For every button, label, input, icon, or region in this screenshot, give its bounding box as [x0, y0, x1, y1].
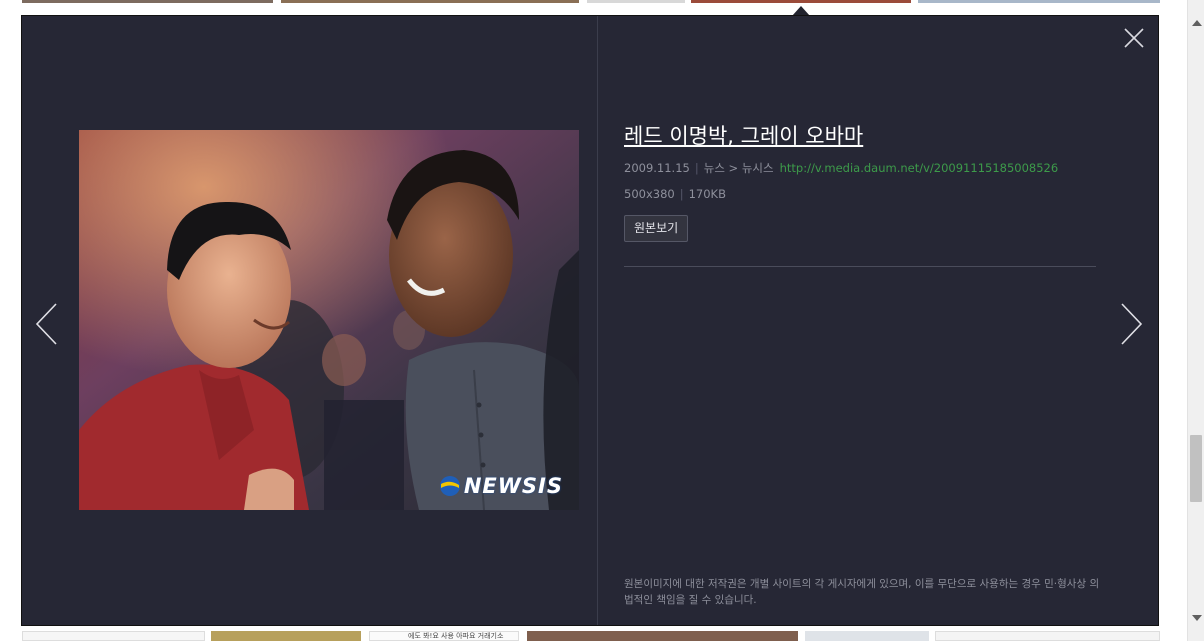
copyright-notice: 원본이미지에 대한 저작권은 개별 사이트의 각 게시자에게 있으며, 이를 무…	[624, 578, 1100, 606]
photo-illustration	[79, 130, 579, 510]
close-button[interactable]	[1122, 26, 1146, 50]
image-viewer-panel: NEWSIS 레드 이명박, 그레이 오바마 2009.11.15 | 뉴스 > 뉴…	[21, 15, 1159, 626]
thumbnail-bottom-6[interactable]	[935, 631, 1160, 641]
thumbnail-top-2[interactable]	[281, 0, 579, 3]
main-photo[interactable]: NEWSIS	[79, 130, 579, 510]
scroll-thumb[interactable]	[1190, 435, 1202, 502]
watermark-text: NEWSIS	[463, 474, 563, 498]
source-url-link[interactable]: http://v.media.daum.net/v/20091115185008…	[780, 161, 1059, 175]
thumbnail-bottom-3[interactable]: 에도 봐!요 사용 아파요 거래기소	[369, 631, 519, 641]
thumbnail-top-1[interactable]	[22, 0, 273, 3]
view-original-button[interactable]: 원본보기	[624, 215, 689, 242]
separator: |	[694, 161, 699, 175]
page-scrollbar[interactable]	[1187, 0, 1204, 641]
post-date: 2009.11.15	[624, 161, 690, 175]
separator: |	[679, 187, 684, 201]
thumbnail-bottom-4[interactable]	[527, 631, 798, 641]
close-icon	[1124, 28, 1144, 48]
thumbnail-bottom-1[interactable]	[22, 631, 205, 641]
image-title-link[interactable]: 레드 이명박, 그레이 오바마	[624, 120, 863, 150]
thumbnail-bottom-2[interactable]	[211, 631, 361, 641]
newsis-logo-icon	[439, 476, 460, 496]
scroll-down-arrow-icon[interactable]	[1192, 615, 1202, 621]
image-search-page: NEWSIS 레드 이명박, 그레이 오바마 2009.11.15 | 뉴스 > 뉴…	[0, 0, 1204, 641]
thumbnail-top-3[interactable]	[587, 0, 685, 3]
image-meta-line: 2009.11.15 | 뉴스 > 뉴시스 http://v.media.daum.n…	[624, 160, 1058, 176]
panel-divider	[597, 16, 598, 625]
file-size: 170KB	[688, 187, 726, 201]
scroll-up-arrow-icon[interactable]	[1192, 20, 1202, 26]
category: 뉴스 > 뉴시스	[703, 161, 774, 175]
thumbnail-top-selected[interactable]	[691, 0, 911, 3]
thumbnail-bottom-5[interactable]	[805, 631, 929, 641]
thumbnail-top-5[interactable]	[918, 0, 1160, 3]
image-size-line: 500x380 | 170KB	[624, 187, 726, 201]
chevron-right-icon	[1121, 303, 1143, 345]
chevron-left-icon	[35, 303, 57, 345]
next-image-button[interactable]	[1118, 302, 1144, 346]
newsis-watermark: NEWSIS	[439, 474, 563, 498]
image-dimensions: 500x380	[624, 187, 675, 201]
previous-image-button[interactable]	[34, 302, 60, 346]
info-divider	[624, 266, 1096, 267]
thumbnail-caption: 에도 봐!요 사용 아파요 거래기소	[408, 632, 504, 640]
